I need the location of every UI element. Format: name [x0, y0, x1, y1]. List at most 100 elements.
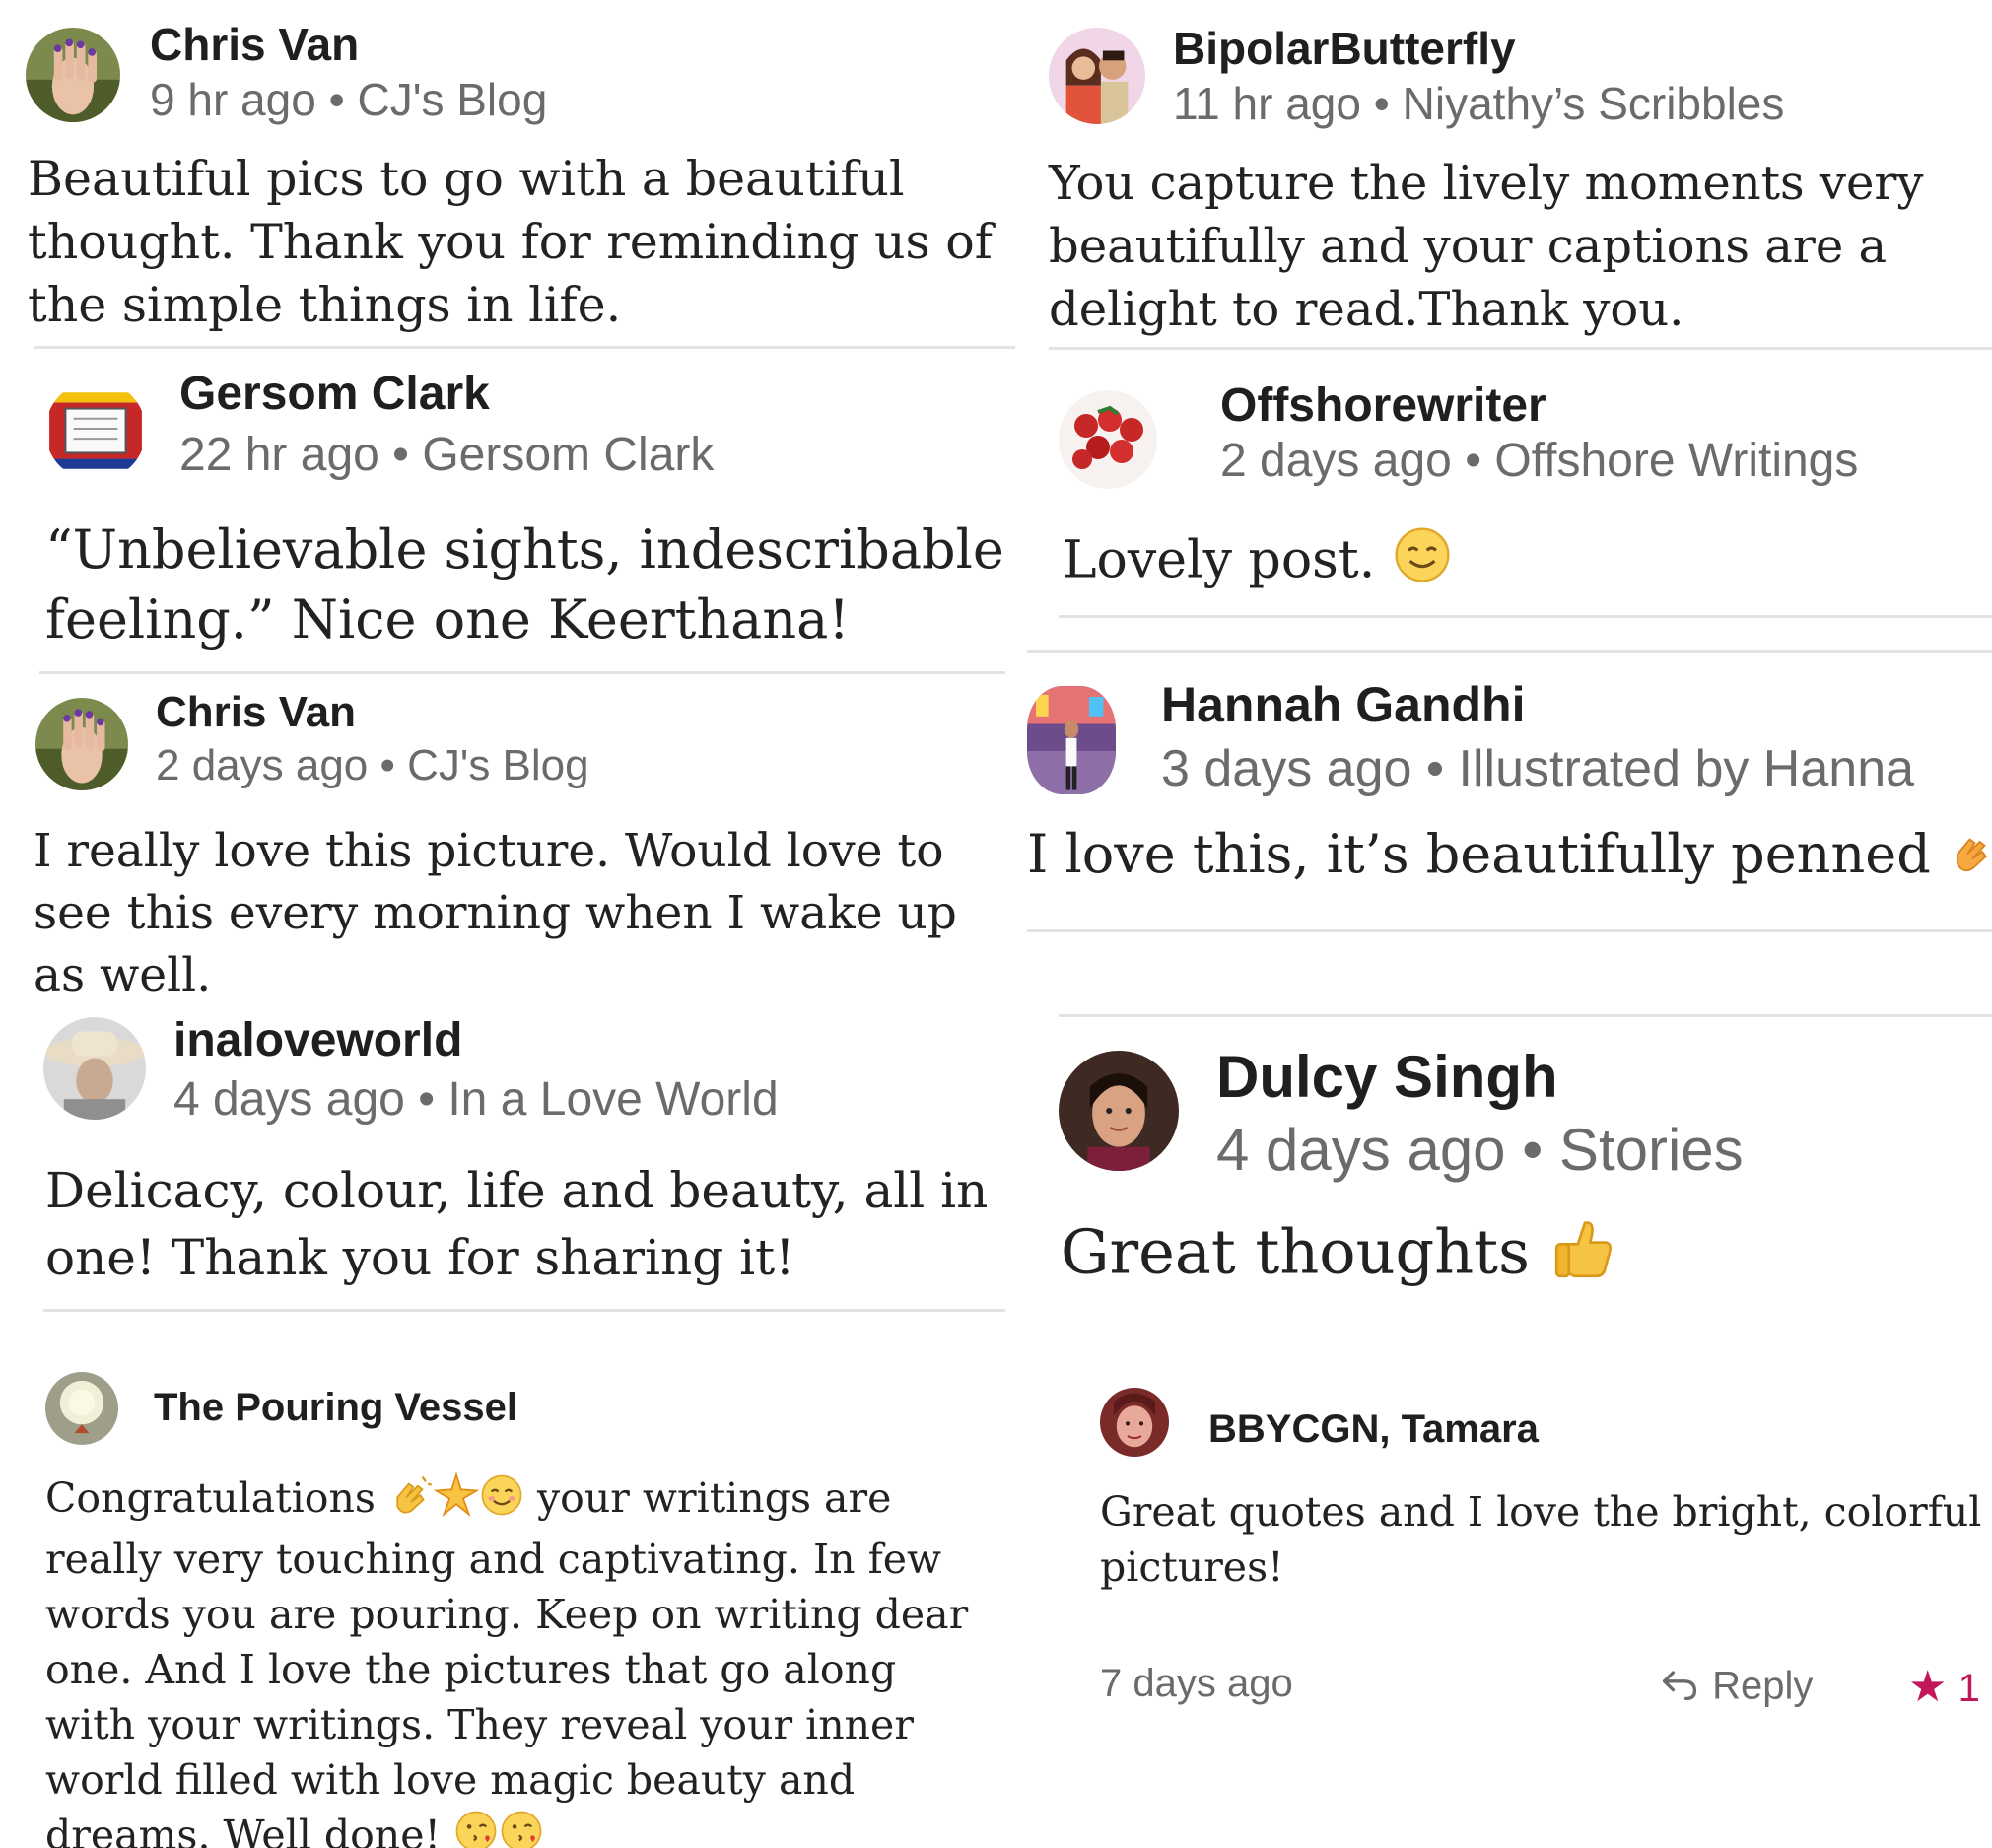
- avatar[interactable]: [1049, 28, 1145, 124]
- star-icon: ★: [1908, 1663, 1948, 1711]
- comment-card: Gersom Clark 22 hr ago • Gersom Clark “U…: [39, 367, 1015, 682]
- comment-footer: 7 days ago Reply ★ 1: [1100, 1662, 1992, 1721]
- comment-meta: 2 days ago • Offshore Writings: [1220, 434, 1858, 488]
- author-name[interactable]: Gersom Clark: [179, 367, 490, 421]
- comment-meta: 3 days ago • Illustrated by Hanna: [1161, 739, 1914, 798]
- avatar[interactable]: [1059, 1051, 1179, 1171]
- comment-column-right: BipolarButterfly 11 hr ago • Niyathy’s S…: [1015, 0, 1992, 1848]
- smiling-face-icon: [1392, 524, 1453, 603]
- clapping-hands-icon: [388, 1472, 434, 1532]
- separator: •: [379, 741, 395, 789]
- timestamp: 2 days ago: [1220, 435, 1452, 487]
- like-count: 1: [1958, 1667, 1980, 1710]
- kissing-face-icon: [453, 1809, 499, 1848]
- author-name[interactable]: BipolarButterfly: [1173, 22, 1516, 75]
- separator: •: [1465, 435, 1481, 487]
- comment-body: Beautiful pics to go with a beautiful th…: [28, 151, 993, 333]
- comment-card: The Pouring Vessel Congratulations your …: [45, 1372, 1015, 1848]
- comment-text: Lovely post.: [1063, 530, 1376, 590]
- comment-body: Great quotes and I love the bright, colo…: [1100, 1488, 1982, 1591]
- comment-meta: 22 hr ago • Gersom Clark: [179, 428, 714, 482]
- separator: •: [1373, 78, 1390, 129]
- author-name[interactable]: Offshorewriter: [1220, 378, 1546, 433]
- author-name[interactable]: BBYCGN, Tamara: [1208, 1407, 1539, 1452]
- divider: [1059, 1014, 1992, 1017]
- avatar[interactable]: [1027, 686, 1116, 794]
- divider: [39, 671, 1005, 674]
- blog-link[interactable]: Gersom Clark: [422, 429, 714, 481]
- blog-link[interactable]: Niyathy’s Scribbles: [1403, 78, 1785, 129]
- sparkle-icon: [433, 1471, 480, 1532]
- divider: [43, 1309, 1005, 1312]
- author-name[interactable]: Dulcy Singh: [1216, 1043, 1558, 1111]
- divider: [1027, 929, 1992, 932]
- timestamp: 9 hr ago: [150, 74, 316, 125]
- timestamp: 4 days ago: [173, 1073, 405, 1126]
- comment-body: “Unbelievable sights, indescribable feel…: [45, 518, 1004, 650]
- blog-link[interactable]: Stories: [1559, 1117, 1744, 1183]
- author-name[interactable]: inaloveworld: [173, 1013, 462, 1067]
- divider: [34, 346, 1015, 349]
- reply-arrow-icon: [1658, 1662, 1701, 1715]
- avatar[interactable]: [43, 1017, 146, 1120]
- author-name[interactable]: Chris Van: [156, 688, 356, 737]
- comment-meta: 4 days ago • In a Love World: [173, 1072, 779, 1127]
- timestamp: 22 hr ago: [179, 429, 379, 481]
- kissing-face-icon: [499, 1809, 544, 1848]
- comment-meta: 9 hr ago • CJ's Blog: [150, 73, 547, 126]
- blog-link[interactable]: Illustrated by Hanna: [1459, 740, 1915, 797]
- comment-body: Delicacy, colour, life and beauty, all i…: [45, 1162, 989, 1286]
- blog-link[interactable]: CJ's Blog: [357, 74, 547, 125]
- comment-text: Great thoughts: [1061, 1215, 1530, 1288]
- separator: •: [328, 74, 345, 125]
- separator: •: [418, 1073, 435, 1126]
- timestamp: 3 days ago: [1161, 740, 1412, 797]
- comment-meta: 4 days ago • Stories: [1216, 1116, 1744, 1184]
- author-name[interactable]: Chris Van: [150, 18, 359, 71]
- comment-card: inaloveworld 4 days ago • In a Love Worl…: [43, 1013, 1015, 1329]
- separator: •: [1425, 740, 1445, 797]
- reply-button[interactable]: Reply: [1658, 1662, 1813, 1715]
- comment-body: I love this, it’s beautifully penned: [1027, 820, 1992, 893]
- separator: •: [392, 429, 409, 481]
- comment-body: You capture the lively moments very beau…: [1049, 156, 1924, 337]
- blog-link[interactable]: In a Love World: [447, 1073, 778, 1126]
- reply-label: Reply: [1712, 1664, 1814, 1708]
- avatar[interactable]: [1059, 390, 1157, 489]
- avatar[interactable]: [45, 380, 146, 481]
- avatar[interactable]: [35, 698, 128, 790]
- comment-body: Great thoughts: [1061, 1212, 1948, 1302]
- avatar[interactable]: [26, 28, 120, 122]
- comment-body-start: Congratulations: [45, 1474, 376, 1522]
- comment-card: Hannah Gandhi 3 days ago • Illustrated b…: [1027, 650, 1992, 936]
- blog-link[interactable]: CJ's Blog: [407, 741, 588, 789]
- comment-card: BipolarButterfly 11 hr ago • Niyathy’s S…: [1049, 22, 1992, 357]
- comment-meta: 2 days ago • CJ's Blog: [156, 741, 589, 790]
- thumbs-up-icon: [1549, 1212, 1620, 1302]
- timestamp: 2 days ago: [156, 741, 369, 789]
- comment-body: Congratulations your writings are really…: [45, 1471, 992, 1848]
- author-name[interactable]: Hannah Gandhi: [1161, 676, 1525, 733]
- comment-text: I love this, it’s beautifully penned: [1027, 823, 1931, 885]
- clapping-hands-icon: [1948, 824, 1992, 893]
- comment-card: BBYCGN, Tamara Great quotes and I love t…: [1100, 1388, 1992, 1848]
- comment-card: Dulcy Singh 4 days ago • Stories Great t…: [1059, 1014, 1992, 1311]
- comment-card: Chris Van 2 days ago • CJ's Blog I reall…: [30, 688, 1015, 1003]
- avatar[interactable]: [45, 1372, 118, 1445]
- blog-link[interactable]: Offshore Writings: [1494, 435, 1858, 487]
- divider: [1049, 347, 1992, 350]
- comment-body: I really love this picture. Would love t…: [34, 824, 957, 1002]
- like-button[interactable]: ★ 1: [1908, 1662, 1980, 1712]
- comment-column-left: Chris Van 9 hr ago • CJ's Blog Beautiful…: [0, 0, 1015, 1848]
- comment-card: Chris Van 9 hr ago • CJ's Blog Beautiful…: [24, 18, 1015, 349]
- timestamp: 7 days ago: [1100, 1662, 1293, 1705]
- avatar[interactable]: [1100, 1388, 1169, 1457]
- timestamp: 4 days ago: [1216, 1117, 1506, 1183]
- separator: •: [1522, 1117, 1544, 1183]
- author-name[interactable]: The Pouring Vessel: [154, 1386, 517, 1430]
- blushing-face-icon: [479, 1472, 524, 1532]
- comment-body: Lovely post.: [1063, 524, 1950, 603]
- timestamp: 11 hr ago: [1173, 78, 1361, 129]
- comment-card: Offshorewriter 2 days ago • Offshore Wri…: [1059, 378, 1992, 674]
- divider: [1027, 650, 1992, 653]
